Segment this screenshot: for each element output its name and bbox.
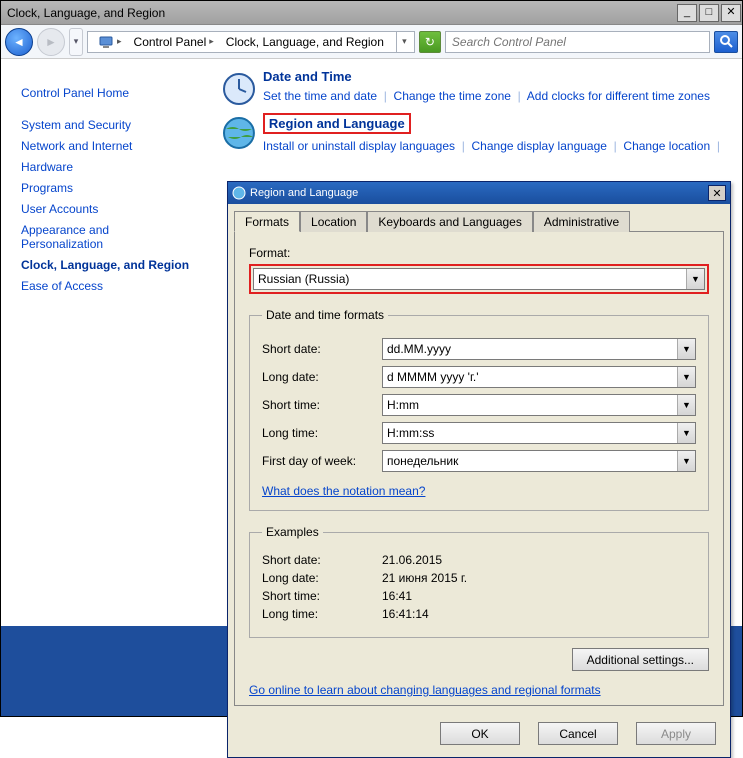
tabs: Formats Location Keyboards and Languages… — [234, 210, 724, 231]
close-button[interactable]: ✕ — [721, 4, 741, 22]
globe-small-icon — [232, 186, 246, 200]
ex-short-date-label: Short date: — [262, 553, 382, 567]
control-panel-home[interactable]: Control Panel Home — [21, 86, 191, 100]
ex-short-time-value: 16:41 — [382, 589, 412, 603]
history-dropdown[interactable]: ▾ — [69, 28, 83, 56]
minimize-button[interactable]: _ — [677, 4, 697, 22]
first-day-combo[interactable] — [382, 450, 696, 472]
sidebar-item-ease-of-access[interactable]: Ease of Access — [21, 279, 191, 293]
notation-link[interactable]: What does the notation mean? — [262, 484, 425, 498]
short-date-combo[interactable] — [382, 338, 696, 360]
window-title: Clock, Language, and Region — [7, 6, 165, 20]
computer-icon — [98, 34, 114, 50]
ex-short-date-value: 21.06.2015 — [382, 553, 442, 567]
clock-icon — [221, 71, 257, 107]
tab-panel-formats: Format: ▼ Date and time formats Short da… — [234, 231, 724, 706]
date-time-formats-group: Date and time formats Short date: ▼ Long… — [249, 308, 709, 511]
long-time-label: Long time: — [262, 426, 382, 440]
short-time-combo[interactable] — [382, 394, 696, 416]
region-language-dialog: Region and Language ✕ Formats Location K… — [227, 181, 731, 758]
dialog-close-button[interactable]: ✕ — [708, 185, 726, 201]
nav-bar: ◄ ► ▾ ▸ Control Panel▸ Clock, Language, … — [1, 25, 742, 59]
tab-administrative[interactable]: Administrative — [533, 211, 630, 232]
sidebar-item-appearance[interactable]: Appearance and Personalization — [21, 223, 191, 251]
cancel-button[interactable]: Cancel — [538, 722, 618, 745]
category-title-region-language[interactable]: Region and Language — [263, 113, 411, 134]
tab-location[interactable]: Location — [300, 211, 367, 232]
format-label: Format: — [249, 246, 709, 260]
link-change-display-language[interactable]: Change display language — [472, 139, 607, 153]
sidebar-item-network[interactable]: Network and Internet — [21, 139, 191, 153]
search-icon — [720, 35, 733, 48]
sidebar-item-system-security[interactable]: System and Security — [21, 118, 191, 132]
link-change-location[interactable]: Change location — [623, 139, 710, 153]
breadcrumb[interactable]: ▸ Control Panel▸ Clock, Language, and Re… — [87, 31, 415, 53]
sidebar-item-programs[interactable]: Programs — [21, 181, 191, 195]
back-button[interactable]: ◄ — [5, 28, 33, 56]
examples-group: Examples Short date:21.06.2015 Long date… — [249, 525, 709, 638]
sidebar-item-clock-language[interactable]: Clock, Language, and Region — [21, 258, 191, 272]
link-set-time[interactable]: Set the time and date — [263, 89, 377, 103]
search-input[interactable] — [446, 35, 709, 49]
short-date-label: Short date: — [262, 342, 382, 356]
maximize-button[interactable]: □ — [699, 4, 719, 22]
search-button[interactable] — [714, 31, 738, 53]
forward-button: ► — [37, 28, 65, 56]
breadcrumb-root[interactable]: Control Panel — [134, 35, 207, 49]
first-day-label: First day of week: — [262, 454, 382, 468]
format-combo[interactable] — [253, 268, 705, 290]
refresh-button[interactable]: ↻ — [419, 31, 441, 53]
ex-long-time-label: Long time: — [262, 607, 382, 621]
link-install-languages[interactable]: Install or uninstall display languages — [263, 139, 455, 153]
link-change-timezone[interactable]: Change the time zone — [394, 89, 511, 103]
long-time-combo[interactable] — [382, 422, 696, 444]
ex-long-time-value: 16:41:14 — [382, 607, 429, 621]
link-add-clocks[interactable]: Add clocks for different time zones — [527, 89, 710, 103]
examples-legend: Examples — [262, 525, 323, 539]
dialog-titlebar[interactable]: Region and Language ✕ — [228, 182, 730, 204]
ex-short-time-label: Short time: — [262, 589, 382, 603]
window-titlebar: Clock, Language, and Region _ □ ✕ — [1, 1, 742, 25]
tab-keyboards[interactable]: Keyboards and Languages — [367, 211, 532, 232]
sidebar-item-user-accounts[interactable]: User Accounts — [21, 202, 191, 216]
apply-button[interactable]: Apply — [636, 722, 716, 745]
search-box[interactable] — [445, 31, 710, 53]
ex-long-date-value: 21 июня 2015 г. — [382, 571, 467, 585]
fieldset-legend: Date and time formats — [262, 308, 388, 322]
sidebar: Control Panel Home System and Security N… — [1, 59, 201, 716]
long-date-label: Long date: — [262, 370, 382, 384]
breadcrumb-current[interactable]: Clock, Language, and Region — [226, 35, 384, 49]
tab-formats[interactable]: Formats — [234, 211, 300, 232]
online-help-link[interactable]: Go online to learn about changing langua… — [249, 683, 601, 697]
sidebar-item-hardware[interactable]: Hardware — [21, 160, 191, 174]
additional-settings-button[interactable]: Additional settings... — [572, 648, 709, 671]
ex-long-date-label: Long date: — [262, 571, 382, 585]
category-title-date-time[interactable]: Date and Time — [263, 69, 710, 84]
ok-button[interactable]: OK — [440, 722, 520, 745]
short-time-label: Short time: — [262, 398, 382, 412]
globe-icon — [221, 115, 257, 151]
long-date-combo[interactable] — [382, 366, 696, 388]
dialog-title: Region and Language — [250, 187, 358, 199]
